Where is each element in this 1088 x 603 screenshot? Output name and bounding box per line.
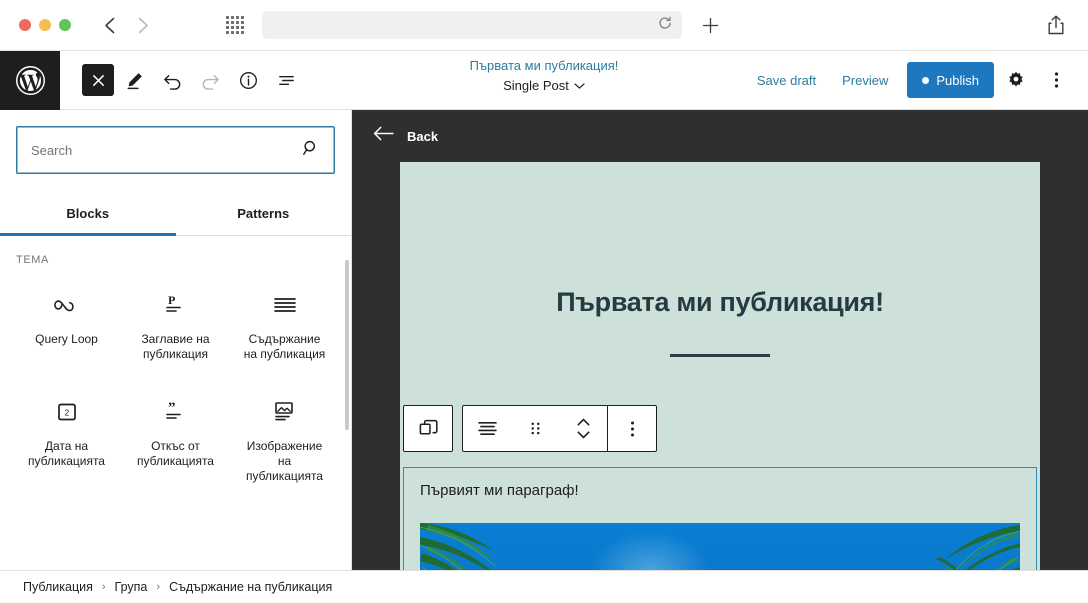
svg-text:2: 2 [64,407,69,417]
window-close-button[interactable] [19,19,31,31]
save-draft-button[interactable]: Save draft [746,65,827,96]
window-minimize-button[interactable] [39,19,51,31]
breadcrumb-separator: › [101,581,106,593]
tab-blocks[interactable]: Blocks [0,194,176,236]
edit-pencil-icon[interactable] [116,62,152,98]
browser-back-icon[interactable] [98,14,120,36]
editor-canvas-area: Back Първата ми публикация! Първият ми п… [352,110,1088,570]
close-editor-button[interactable] [82,64,114,96]
breadcrumb-item-group[interactable]: Група [115,580,148,594]
window-maximize-button[interactable] [59,19,71,31]
redo-icon[interactable] [192,62,228,98]
browser-forward-icon[interactable] [132,14,154,36]
editor-actions: Save draft Preview Publish [746,62,1088,98]
inserter-tabs: Blocks Patterns [0,194,351,236]
more-options-icon[interactable] [1038,62,1074,98]
browser-apps-grid-icon[interactable] [226,16,244,34]
search-input[interactable] [31,142,302,158]
browser-address-bar[interactable] [262,11,682,39]
post-title-heading[interactable]: Първата ми публикация! [400,162,1040,318]
editor-body: Blocks Patterns ТЕМА Query Loop P [0,110,1088,570]
arrow-left-icon [373,126,394,146]
wordpress-logo-icon[interactable] [0,50,60,110]
move-up-down-icon[interactable] [559,405,607,452]
group-blocks-icon[interactable] [404,405,452,452]
back-navigation[interactable]: Back [352,110,1088,162]
share-icon[interactable] [1046,14,1070,38]
block-item-featured-image[interactable]: Изображение на публикацията [230,385,339,495]
sky-haze [590,531,710,570]
page-title[interactable]: Първата ми публикация! [470,58,619,73]
svg-text:”: ” [168,400,176,416]
window-traffic-lights [19,19,71,31]
align-justify-icon[interactable] [463,405,511,452]
editor-toolbar-icons [82,62,304,98]
reload-icon[interactable] [658,16,672,35]
inserter-scrollbar[interactable] [345,260,349,430]
list-view-icon[interactable] [268,62,304,98]
breadcrumb: Публикация › Група › Съдържание на публи… [0,570,1088,603]
settings-gear-icon[interactable] [998,62,1034,98]
post-content-icon [272,288,298,322]
browser-chrome-bar [0,0,1088,51]
block-item-post-date[interactable]: 2 Дата на публикацията [12,385,121,495]
search-icon[interactable] [302,139,320,162]
paragraph-text[interactable]: Първият ми параграф! [420,482,1020,499]
undo-icon[interactable] [154,62,190,98]
document-type-selector[interactable]: Single Post [503,78,585,93]
block-item-post-excerpt[interactable]: ” Откъс от публикацията [121,385,230,495]
block-label: Съдържание на публикация [243,332,326,362]
loop-icon [53,288,80,322]
palm-left-foliage [420,523,497,570]
block-item-query-loop[interactable]: Query Loop [12,278,121,373]
block-label: Дата на публикацията [28,438,105,469]
preview-button[interactable]: Preview [831,65,899,96]
svg-text:P: P [168,293,175,307]
document-type-label: Single Post [503,78,569,93]
browser-nav-arrows [98,14,154,36]
featured-image-icon [272,395,298,429]
search-container [0,110,351,174]
block-item-post-title[interactable]: P Заглавие на публикация [121,278,230,373]
palm-right-foliage [936,525,1020,570]
block-label: Заглавие на публикация [141,332,210,362]
chevron-down-icon [574,78,585,93]
block-search-box[interactable] [16,126,335,174]
back-label: Back [407,128,439,144]
post-preview-canvas[interactable]: Първата ми публикация! Първият ми парагр… [400,162,1040,570]
drag-handle-icon[interactable] [511,405,559,452]
publish-status-dot [922,76,930,84]
block-toolbar-group-right [462,405,657,452]
quote-excerpt-icon: ” [163,395,189,429]
block-category-label: ТЕМА [16,254,49,266]
new-tab-icon[interactable] [698,13,722,37]
block-label: Query Loop [35,332,98,346]
breadcrumb-item-post-content[interactable]: Съдържание на публикация [169,580,332,594]
tab-patterns[interactable]: Patterns [176,194,352,235]
block-options-icon[interactable] [608,405,656,452]
breadcrumb-separator: › [156,581,161,593]
breadcrumb-item-post[interactable]: Публикация [23,580,93,594]
wordpress-editor-toolbar: Първата ми публикация! Single Post Save … [0,50,1088,110]
block-label: Изображение на публикацията [246,438,323,484]
publish-button[interactable]: Publish [907,62,994,98]
url-input[interactable] [262,18,658,32]
calendar-date-icon: 2 [55,395,79,429]
paragraph-block-selected[interactable]: Първият ми параграф! [403,467,1037,570]
title-divider [670,354,770,357]
block-label: Откъс от публикацията [137,438,214,469]
block-toolbar [403,405,657,452]
block-item-post-content[interactable]: Съдържание на публикация [230,278,339,373]
publish-label: Publish [936,72,979,88]
block-toolbar-group-left [403,405,453,452]
info-circle-icon[interactable] [230,62,266,98]
post-featured-image[interactable] [420,523,1020,570]
post-title-icon: P [163,288,189,322]
blocks-grid: Query Loop P Заглавие на публикация Съдъ… [0,272,351,501]
block-inserter-sidebar: Blocks Patterns ТЕМА Query Loop P [0,110,352,570]
